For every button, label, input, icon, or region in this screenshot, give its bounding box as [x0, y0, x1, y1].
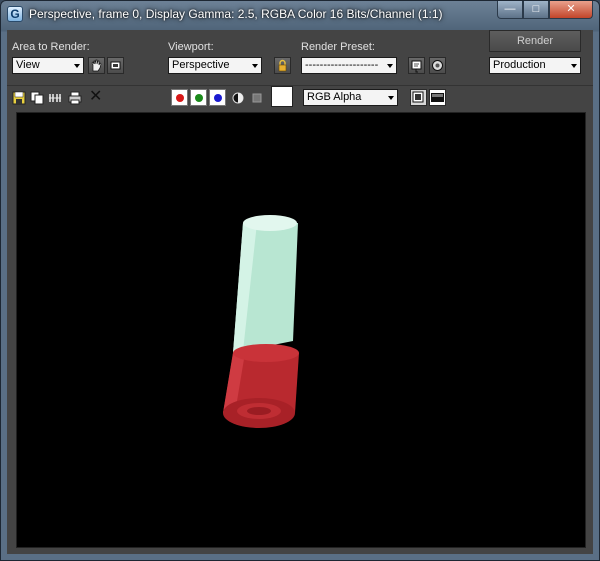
toolbar-separator: [7, 85, 593, 86]
render-preset-value: --------------------: [305, 59, 379, 71]
frame-buffer-button[interactable]: [410, 89, 427, 106]
area-to-render-label: Area to Render:: [12, 41, 90, 53]
red-channel-toggle[interactable]: [171, 89, 188, 106]
chevron-down-icon: [571, 64, 577, 68]
swatch-icon[interactable]: [250, 91, 264, 105]
toggle-ui-icon: [431, 93, 444, 102]
blue-dot-icon: [214, 94, 222, 102]
render-button[interactable]: Render: [489, 30, 581, 52]
render-mode-value: Production: [493, 59, 546, 71]
region-icon: [110, 61, 121, 70]
viewport-label: Viewport:: [168, 41, 214, 53]
chevron-down-icon: [387, 64, 393, 68]
toggle-ui-button[interactable]: [429, 89, 446, 106]
pan-hand-icon: [91, 59, 102, 72]
clear-icon[interactable]: ✕: [89, 88, 102, 106]
print-icon[interactable]: [68, 91, 82, 105]
area-to-render-dropdown[interactable]: View: [12, 57, 84, 74]
viewport-dropdown[interactable]: Perspective: [168, 57, 262, 74]
render-window: G Perspective, frame 0, Display Gamma: 2…: [0, 0, 600, 561]
preset-save-button[interactable]: [429, 57, 446, 74]
copy-icon[interactable]: [30, 91, 44, 105]
chevron-down-icon: [252, 64, 258, 68]
pan-hand-button[interactable]: [88, 57, 105, 74]
maximize-button[interactable]: □: [523, 1, 549, 19]
blue-channel-toggle[interactable]: [209, 89, 226, 106]
render-dialog: Area to Render: Viewport: Render Preset:…: [7, 30, 593, 554]
render-preset-label: Render Preset:: [301, 41, 375, 53]
minimize-button[interactable]: —: [497, 1, 523, 19]
clone-icon[interactable]: [48, 91, 62, 105]
color-swatch[interactable]: [271, 86, 293, 107]
lock-icon: [278, 59, 287, 72]
mono-icon[interactable]: [231, 91, 245, 105]
preset-load-button[interactable]: [408, 57, 425, 74]
render-mode-dropdown[interactable]: Production: [489, 57, 581, 74]
preset-save-icon: [432, 60, 443, 71]
region-button[interactable]: [107, 57, 124, 74]
rendered-cylinder-image: [223, 215, 299, 428]
green-dot-icon: [195, 94, 203, 102]
preset-load-icon: [411, 60, 422, 73]
red-dot-icon: [176, 94, 184, 102]
frame-buffer-icon: [412, 91, 424, 103]
chevron-down-icon: [388, 96, 394, 100]
window-controls: — □ ✕: [497, 1, 593, 19]
close-button[interactable]: ✕: [549, 1, 593, 19]
lock-viewport-button[interactable]: [274, 57, 291, 74]
channel-display-value: RGB Alpha: [307, 91, 362, 103]
chevron-down-icon: [74, 64, 80, 68]
area-to-render-value: View: [16, 59, 40, 71]
window-title: Perspective, frame 0, Display Gamma: 2.5…: [29, 7, 443, 21]
title-bar[interactable]: G Perspective, frame 0, Display Gamma: 2…: [1, 1, 599, 29]
render-frame-buffer[interactable]: [16, 112, 586, 548]
save-icon[interactable]: [12, 91, 26, 105]
app-icon[interactable]: G: [7, 6, 23, 22]
render-preset-dropdown[interactable]: --------------------: [301, 57, 397, 74]
channel-display-dropdown[interactable]: RGB Alpha: [303, 89, 398, 106]
green-channel-toggle[interactable]: [190, 89, 207, 106]
viewport-value: Perspective: [172, 59, 230, 71]
